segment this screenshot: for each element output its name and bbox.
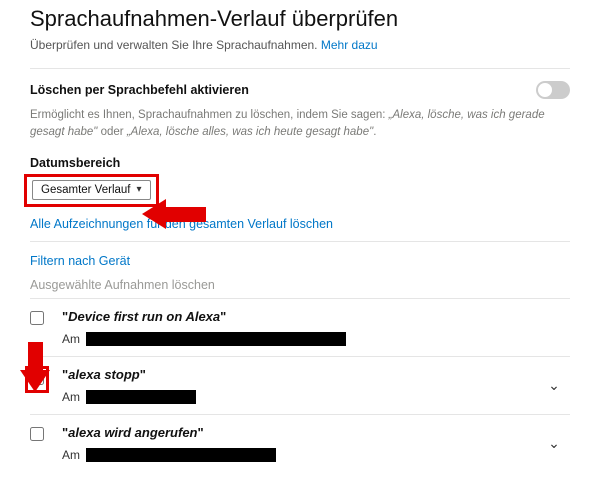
helper-or: oder: [97, 126, 126, 138]
date-range-value: Gesamter Verlauf: [41, 184, 130, 196]
learn-more-link[interactable]: Mehr dazu: [321, 38, 378, 52]
recording-checkbox[interactable]: [30, 371, 44, 385]
recording-body: "Device first run on Alexa" Am: [62, 309, 530, 346]
recording-checkbox[interactable]: [30, 311, 44, 325]
date-range-label: Datumsbereich: [30, 156, 570, 170]
recording-meta: Am: [62, 390, 530, 404]
recording-meta-prefix: Am: [62, 448, 80, 462]
subtitle-text: Überprüfen und verwalten Sie Ihre Sprach…: [30, 38, 321, 52]
recording-item[interactable]: "Device first run on Alexa" Am: [30, 298, 570, 356]
recording-meta-prefix: Am: [62, 390, 80, 404]
voice-delete-label: Löschen per Sprachbefehl aktivieren: [30, 83, 249, 97]
recording-item[interactable]: "alexa wird angerufen" Am ⌄: [30, 414, 570, 472]
recording-body: "alexa stopp" Am: [62, 367, 530, 404]
recordings-list: "Device first run on Alexa"Am"alexa stop…: [30, 298, 570, 472]
toggle-knob: [538, 83, 552, 97]
helper-quote-2: „Alexa, lösche alles, was ich heute gesa…: [127, 126, 373, 138]
chevron-down-icon: ▾: [136, 184, 141, 195]
annotation-highlight-checkbox: [25, 366, 49, 393]
recording-meta: Am: [62, 332, 530, 346]
date-range-select[interactable]: Gesamter Verlauf ▾: [32, 180, 151, 200]
helper-prefix: Ermöglicht es Ihnen, Sprachaufnahmen zu …: [30, 109, 389, 121]
recording-meta-prefix: Am: [62, 332, 80, 346]
helper-suffix: .: [373, 126, 376, 138]
recording-item[interactable]: "alexa stopp" Am ⌄: [30, 356, 570, 414]
redacted-text: [86, 390, 196, 404]
divider: [30, 241, 570, 242]
voice-delete-helper: Ermöglicht es Ihnen, Sprachaufnahmen zu …: [30, 107, 570, 142]
delete-all-link[interactable]: Alle Aufzeichnungen für den gesamten Ver…: [30, 217, 570, 231]
recording-title: "alexa wird angerufen": [62, 425, 530, 440]
delete-selected-link[interactable]: Ausgewählte Aufnahmen löschen: [30, 278, 570, 292]
divider: [30, 68, 570, 69]
recording-checkbox[interactable]: [30, 427, 44, 441]
recording-title: "Device first run on Alexa": [62, 309, 530, 324]
recording-body: "alexa wird angerufen" Am: [62, 425, 530, 462]
filter-by-device-link[interactable]: Filtern nach Gerät: [30, 254, 570, 268]
expand-icon[interactable]: ⌄: [544, 435, 564, 452]
checkbox-wrap: [30, 309, 48, 325]
redacted-text: [86, 448, 276, 462]
voice-delete-toggle[interactable]: [536, 81, 570, 99]
page-title: Sprachaufnahmen-Verlauf überprüfen: [30, 6, 570, 32]
recording-title: "alexa stopp": [62, 367, 530, 382]
checkbox-wrap: [30, 367, 48, 393]
expand-icon[interactable]: ⌄: [544, 377, 564, 394]
page-subtitle: Überprüfen und verwalten Sie Ihre Sprach…: [30, 38, 570, 52]
recording-meta: Am: [62, 448, 530, 462]
checkbox-wrap: [30, 425, 48, 441]
redacted-text: [86, 332, 346, 346]
annotation-highlight-select: Gesamter Verlauf ▾: [24, 174, 159, 207]
